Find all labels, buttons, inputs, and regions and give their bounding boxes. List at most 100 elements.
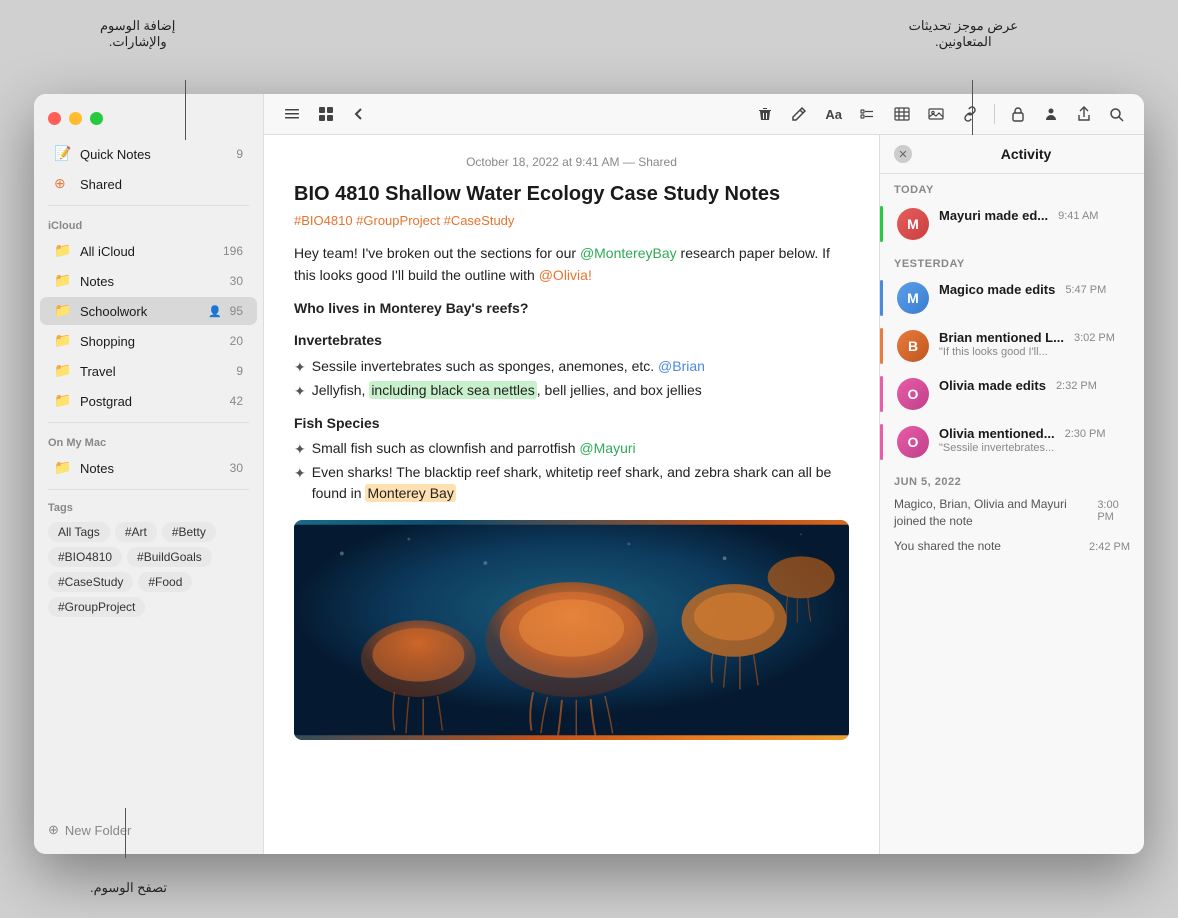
sidebar-item-schoolwork[interactable]: 📁 Schoolwork 👤 95 [40, 297, 257, 325]
bullet2-text: Jellyfish, including black sea nettles, … [312, 380, 702, 401]
tag-all-tags[interactable]: All Tags [48, 522, 110, 542]
zoom-button[interactable] [90, 112, 103, 125]
note-meta: October 18, 2022 at 9:41 AM — Shared [294, 155, 849, 169]
joined-time: 3:00 PM [1097, 499, 1130, 523]
format-button[interactable]: Aa [819, 103, 848, 126]
tag-groupproject[interactable]: #GroupProject [48, 597, 145, 617]
list-view-button[interactable] [278, 102, 306, 126]
activity-item-name: Magico made edits [939, 282, 1055, 297]
activity-item-magico[interactable]: M Magico made edits 5:47 PM [883, 274, 1120, 322]
folder-icon: 📁 [54, 362, 72, 380]
bullet4-text: Even sharks! The blacktip reef shark, wh… [312, 462, 849, 504]
tags-label: Tags [48, 502, 249, 514]
activity-item-olivia-2[interactable]: O Olivia mentioned... "Sessile invertebr… [883, 418, 1120, 466]
tag-art[interactable]: #Art [115, 522, 157, 542]
activity-item-time: 2:30 PM [1065, 428, 1106, 440]
note-intro-text: Hey team! I've broken out the sections f… [294, 245, 580, 261]
tag-food[interactable]: #Food [138, 572, 192, 592]
icloud-section-label: iCloud [34, 212, 263, 236]
sidebar-item-shopping[interactable]: 📁 Shopping 20 [40, 327, 257, 355]
editor-panel: October 18, 2022 at 9:41 AM — Shared BIO… [264, 135, 879, 854]
bullet-item-2: ✦ Jellyfish, including black sea nettles… [294, 380, 849, 402]
share-button[interactable] [1071, 102, 1097, 126]
bullet-item-1: ✦ Sessile invertebrates such as sponges,… [294, 356, 849, 378]
tag-betty[interactable]: #Betty [162, 522, 216, 542]
sidebar-item-count: 30 [230, 461, 243, 475]
section3-title: Fish Species [294, 412, 849, 434]
compose-button[interactable] [785, 102, 813, 126]
folder-icon: 📁 [54, 459, 72, 477]
sidebar-item-all-icloud[interactable]: 📁 All iCloud 196 [40, 237, 257, 265]
sidebar-item-count: 95 [230, 304, 243, 318]
sidebar-item-label: Travel [80, 364, 232, 379]
annotation-bottom-left: تصفح الوسوم. [90, 880, 167, 896]
note-title[interactable]: BIO 4810 Shallow Water Ecology Case Stud… [294, 181, 849, 207]
grid-view-button[interactable] [312, 102, 340, 126]
activity-item-name: Mayuri made ed... [939, 208, 1048, 223]
sidebar-item-shared[interactable]: ⊕ Shared [40, 170, 257, 198]
editor-content[interactable]: October 18, 2022 at 9:41 AM — Shared BIO… [264, 135, 879, 854]
activity-item-content: Brian mentioned L... "If this looks good… [939, 330, 1064, 358]
editor-container: Aa [264, 94, 1144, 854]
monterey-mention: @MontereyBay [580, 245, 677, 261]
delete-button[interactable] [751, 102, 779, 126]
minimize-button[interactable] [69, 112, 82, 125]
activity-item-olivia-1[interactable]: O Olivia made edits 2:32 PM [883, 370, 1111, 418]
lock-button[interactable] [1005, 102, 1031, 126]
bullet-item-4: ✦ Even sharks! The blacktip reef shark, … [294, 462, 849, 504]
joined-row-2: You shared the note 2:42 PM [880, 534, 1144, 559]
sidebar-item-quick-notes[interactable]: 📝 Quick Notes 9 [40, 140, 257, 168]
search-button[interactable] [1103, 103, 1130, 126]
activity-close-button[interactable]: ✕ [894, 145, 912, 163]
collaborate-button[interactable] [1037, 102, 1065, 126]
app-window: 📝 Quick Notes 9 ⊕ Shared iCloud 📁 All iC… [34, 94, 1144, 854]
sidebar-item-count: 9 [236, 147, 243, 161]
sidebar-item-notes-mac[interactable]: 📁 Notes 30 [40, 454, 257, 482]
format-label: Aa [825, 107, 842, 122]
sidebar-item-postgrad[interactable]: 📁 Postgrad 42 [40, 387, 257, 415]
activity-item-content: Magico made edits [939, 282, 1055, 297]
olivia-mention: @Olivia! [539, 267, 592, 283]
sidebar-item-travel[interactable]: 📁 Travel 9 [40, 357, 257, 385]
activity-item-wrapper-3: B Brian mentioned L... "If this looks go… [880, 322, 1144, 370]
sidebar-divider [48, 205, 249, 206]
sidebar-divider-3 [48, 489, 249, 490]
on-my-mac-label: On My Mac [34, 429, 263, 453]
note-tags[interactable]: #BIO4810 #GroupProject #CaseStudy [294, 213, 849, 228]
tag-buildgoals[interactable]: #BuildGoals [127, 547, 212, 567]
activity-item-brian[interactable]: B Brian mentioned L... "If this looks go… [883, 322, 1129, 370]
activity-item-time: 3:02 PM [1074, 332, 1115, 344]
table-button[interactable] [888, 102, 916, 126]
sidebar-item-notes-icloud[interactable]: 📁 Notes 30 [40, 267, 257, 295]
back-button[interactable] [346, 103, 372, 125]
sidebar-item-count: 42 [230, 394, 243, 408]
activity-item-name: Olivia made edits [939, 378, 1046, 393]
tags-grid: All Tags #Art #Betty #BIO4810 #BuildGoal… [48, 522, 249, 617]
activity-item-wrapper-2: M Magico made edits 5:47 PM [880, 274, 1144, 322]
activity-item-content: Olivia made edits [939, 378, 1046, 393]
sidebar-item-label: Shared [80, 177, 243, 192]
tag-bio4810[interactable]: #BIO4810 [48, 547, 122, 567]
activity-item-wrapper-5: O Olivia mentioned... "Sessile invertebr… [880, 418, 1144, 466]
bullet-star-icon: ✦ [294, 463, 306, 484]
close-button[interactable] [48, 112, 61, 125]
activity-jun5-label: JUN 5, 2022 [880, 466, 1144, 492]
tag-casestudy[interactable]: #CaseStudy [48, 572, 133, 592]
activity-header: ✕ Activity [880, 135, 1144, 174]
avatar-brian: B [897, 330, 929, 362]
new-folder-label: New Folder [65, 823, 131, 838]
sidebar-divider-2 [48, 422, 249, 423]
sidebar: 📝 Quick Notes 9 ⊕ Shared iCloud 📁 All iC… [34, 94, 264, 854]
new-folder-button[interactable]: ⊕ New Folder [34, 816, 263, 844]
note-body[interactable]: Hey team! I've broken out the sections f… [294, 242, 849, 504]
section2-title: Invertebrates [294, 329, 849, 351]
sidebar-item-label: All iCloud [80, 244, 219, 259]
activity-today-label: TODAY [880, 174, 1144, 200]
joined-text: Magico, Brian, Olivia and Mayuri joined … [894, 496, 1097, 530]
media-button[interactable] [922, 102, 950, 126]
link-button[interactable] [956, 102, 984, 126]
checklist-button[interactable] [854, 102, 882, 126]
window-controls [34, 104, 263, 139]
shared-time: 2:42 PM [1089, 541, 1130, 553]
activity-item-mayuri[interactable]: M Mayuri made ed... 9:41 AM [883, 200, 1112, 248]
